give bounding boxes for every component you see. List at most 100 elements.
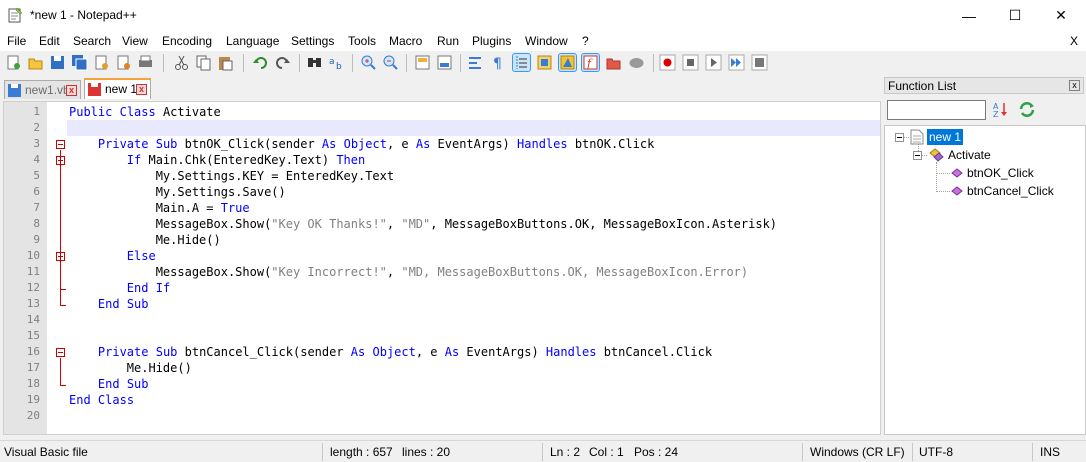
status-eol[interactable]: Windows (CR LF) (810, 445, 905, 459)
sync-horizontal-icon[interactable] (436, 54, 453, 71)
status-encoding[interactable]: UTF-8 (919, 445, 953, 459)
cut-icon[interactable] (173, 54, 190, 71)
menu-window[interactable]: Window (525, 34, 568, 48)
tree-root-file[interactable]: new 1 (927, 129, 964, 145)
indent-guide-icon[interactable] (512, 53, 531, 72)
new-file-icon[interactable] (5, 54, 22, 71)
code-line[interactable]: Private Sub btnOK_Click(sender As Object… (69, 136, 654, 152)
print-icon[interactable] (137, 54, 154, 71)
sort-icon[interactable]: A Z (992, 101, 1009, 118)
replace-icon[interactable]: ab (328, 54, 345, 71)
code-line[interactable]: My.Settings.KEY = EnteredKey.Text (69, 168, 394, 184)
code-editor[interactable]: 1 Public Class Activate 2 3 Private Sub btn… (3, 101, 881, 435)
class-icon (929, 148, 944, 162)
sync-vertical-icon[interactable] (414, 54, 431, 71)
copy-icon[interactable] (195, 54, 212, 71)
line-number: 20 (26, 409, 40, 422)
save-icon[interactable] (49, 54, 66, 71)
stop-macro-icon[interactable] (682, 54, 699, 71)
status-separator (912, 443, 913, 461)
fold-toggle-icon[interactable] (56, 348, 65, 357)
menu-macro[interactable]: Macro (389, 34, 422, 48)
tree-class-activate[interactable]: Activate (948, 147, 991, 163)
close-all-icon[interactable] (115, 54, 132, 71)
zoom-out-icon[interactable] (382, 54, 399, 71)
run-macro-multiple-icon[interactable] (728, 54, 745, 71)
tree-connector (936, 162, 937, 192)
function-list-icon[interactable]: f (581, 53, 600, 72)
line-number: 8 (33, 217, 40, 230)
function-search-input[interactable] (887, 100, 986, 120)
tab-new-1[interactable]: new 1 x (84, 78, 151, 99)
code-line[interactable]: Private Sub btnCancel_Click(sender As Ob… (69, 344, 712, 360)
paste-icon[interactable] (217, 54, 234, 71)
menu-search[interactable]: Search (73, 34, 111, 48)
code-line[interactable]: Main.A = True (69, 200, 250, 216)
tab-close-icon[interactable]: x (66, 85, 77, 96)
close-file-icon[interactable] (93, 54, 110, 71)
fold-end-marker (60, 385, 66, 386)
folder-as-workspace-icon[interactable] (605, 54, 622, 71)
menu-view[interactable]: View (122, 34, 148, 48)
function-list-header: Function List x (884, 77, 1084, 94)
code-line[interactable]: Me.Hide() (69, 360, 192, 376)
close-window-button[interactable]: ✕ (1038, 0, 1084, 31)
tree-collapse-icon[interactable] (895, 133, 904, 142)
undo-icon[interactable] (252, 54, 269, 71)
menu-tools[interactable]: Tools (348, 34, 376, 48)
show-all-characters-icon[interactable]: ¶ (489, 54, 506, 71)
maximize-button[interactable]: ☐ (992, 0, 1038, 31)
document-map-icon[interactable] (558, 53, 577, 72)
menu-run[interactable]: Run (437, 34, 459, 48)
save-all-icon[interactable] (71, 54, 88, 71)
status-column: Col : 1 (589, 445, 624, 459)
code-line[interactable]: MessageBox.Show("Key Incorrect!", "MD, M… (69, 264, 748, 280)
record-macro-icon[interactable] (659, 54, 676, 71)
code-line[interactable]: Public Class Activate (69, 104, 221, 120)
line-number: 6 (33, 185, 40, 198)
code-line[interactable]: End If (69, 280, 170, 296)
minimize-button[interactable]: — (946, 0, 992, 31)
svg-text:b: b (336, 62, 342, 71)
code-line[interactable]: End Class (69, 392, 134, 408)
tab-new1-vb[interactable]: new1.vb x (4, 80, 81, 99)
menu-plugins[interactable]: Plugins (472, 34, 511, 48)
zoom-in-icon[interactable] (360, 54, 377, 71)
menu-encoding[interactable]: Encoding (162, 34, 212, 48)
current-line-highlight (67, 120, 880, 136)
fold-end-marker (60, 305, 66, 306)
code-line[interactable]: MessageBox.Show("Key OK Thanks!", "MD", … (69, 216, 777, 232)
word-wrap-icon[interactable] (467, 54, 484, 71)
fold-end-marker (60, 289, 66, 290)
define-language-icon[interactable] (536, 54, 553, 71)
code-line[interactable]: If Main.Chk(EnteredKey.Text) Then (69, 152, 365, 168)
code-line[interactable]: My.Settings.Save() (69, 184, 286, 200)
refresh-icon[interactable] (1018, 101, 1036, 118)
open-file-icon[interactable] (27, 54, 44, 71)
tree-function-item[interactable]: btnOK_Click (967, 165, 1034, 181)
status-length: length : 657 (330, 445, 393, 459)
menu-edit[interactable]: Edit (39, 34, 60, 48)
find-icon[interactable] (306, 54, 323, 71)
code-line[interactable]: Me.Hide() (69, 232, 221, 248)
code-line[interactable]: End Sub (69, 376, 149, 392)
tab-close-icon[interactable]: x (136, 84, 147, 95)
close-panel-button[interactable]: x (1069, 80, 1080, 91)
menu-help[interactable]: ? (582, 34, 589, 48)
code-line[interactable]: Else (69, 248, 156, 264)
toolbar-separator (352, 54, 353, 72)
save-macro-icon[interactable] (751, 54, 768, 71)
tree-collapse-icon[interactable] (913, 151, 922, 160)
menu-settings[interactable]: Settings (291, 34, 334, 48)
toolbar-separator (406, 54, 407, 72)
close-document-button[interactable]: X (1070, 34, 1078, 48)
fold-toggle-icon[interactable] (56, 140, 65, 149)
redo-icon[interactable] (274, 54, 291, 71)
tree-function-item[interactable]: btnCancel_Click (967, 183, 1054, 199)
play-macro-icon[interactable] (705, 54, 722, 71)
menu-file[interactable]: File (7, 34, 26, 48)
monitoring-icon[interactable] (628, 54, 645, 71)
line-number: 3 (33, 137, 40, 150)
code-line[interactable]: End Sub (69, 296, 149, 312)
menu-language[interactable]: Language (226, 34, 279, 48)
